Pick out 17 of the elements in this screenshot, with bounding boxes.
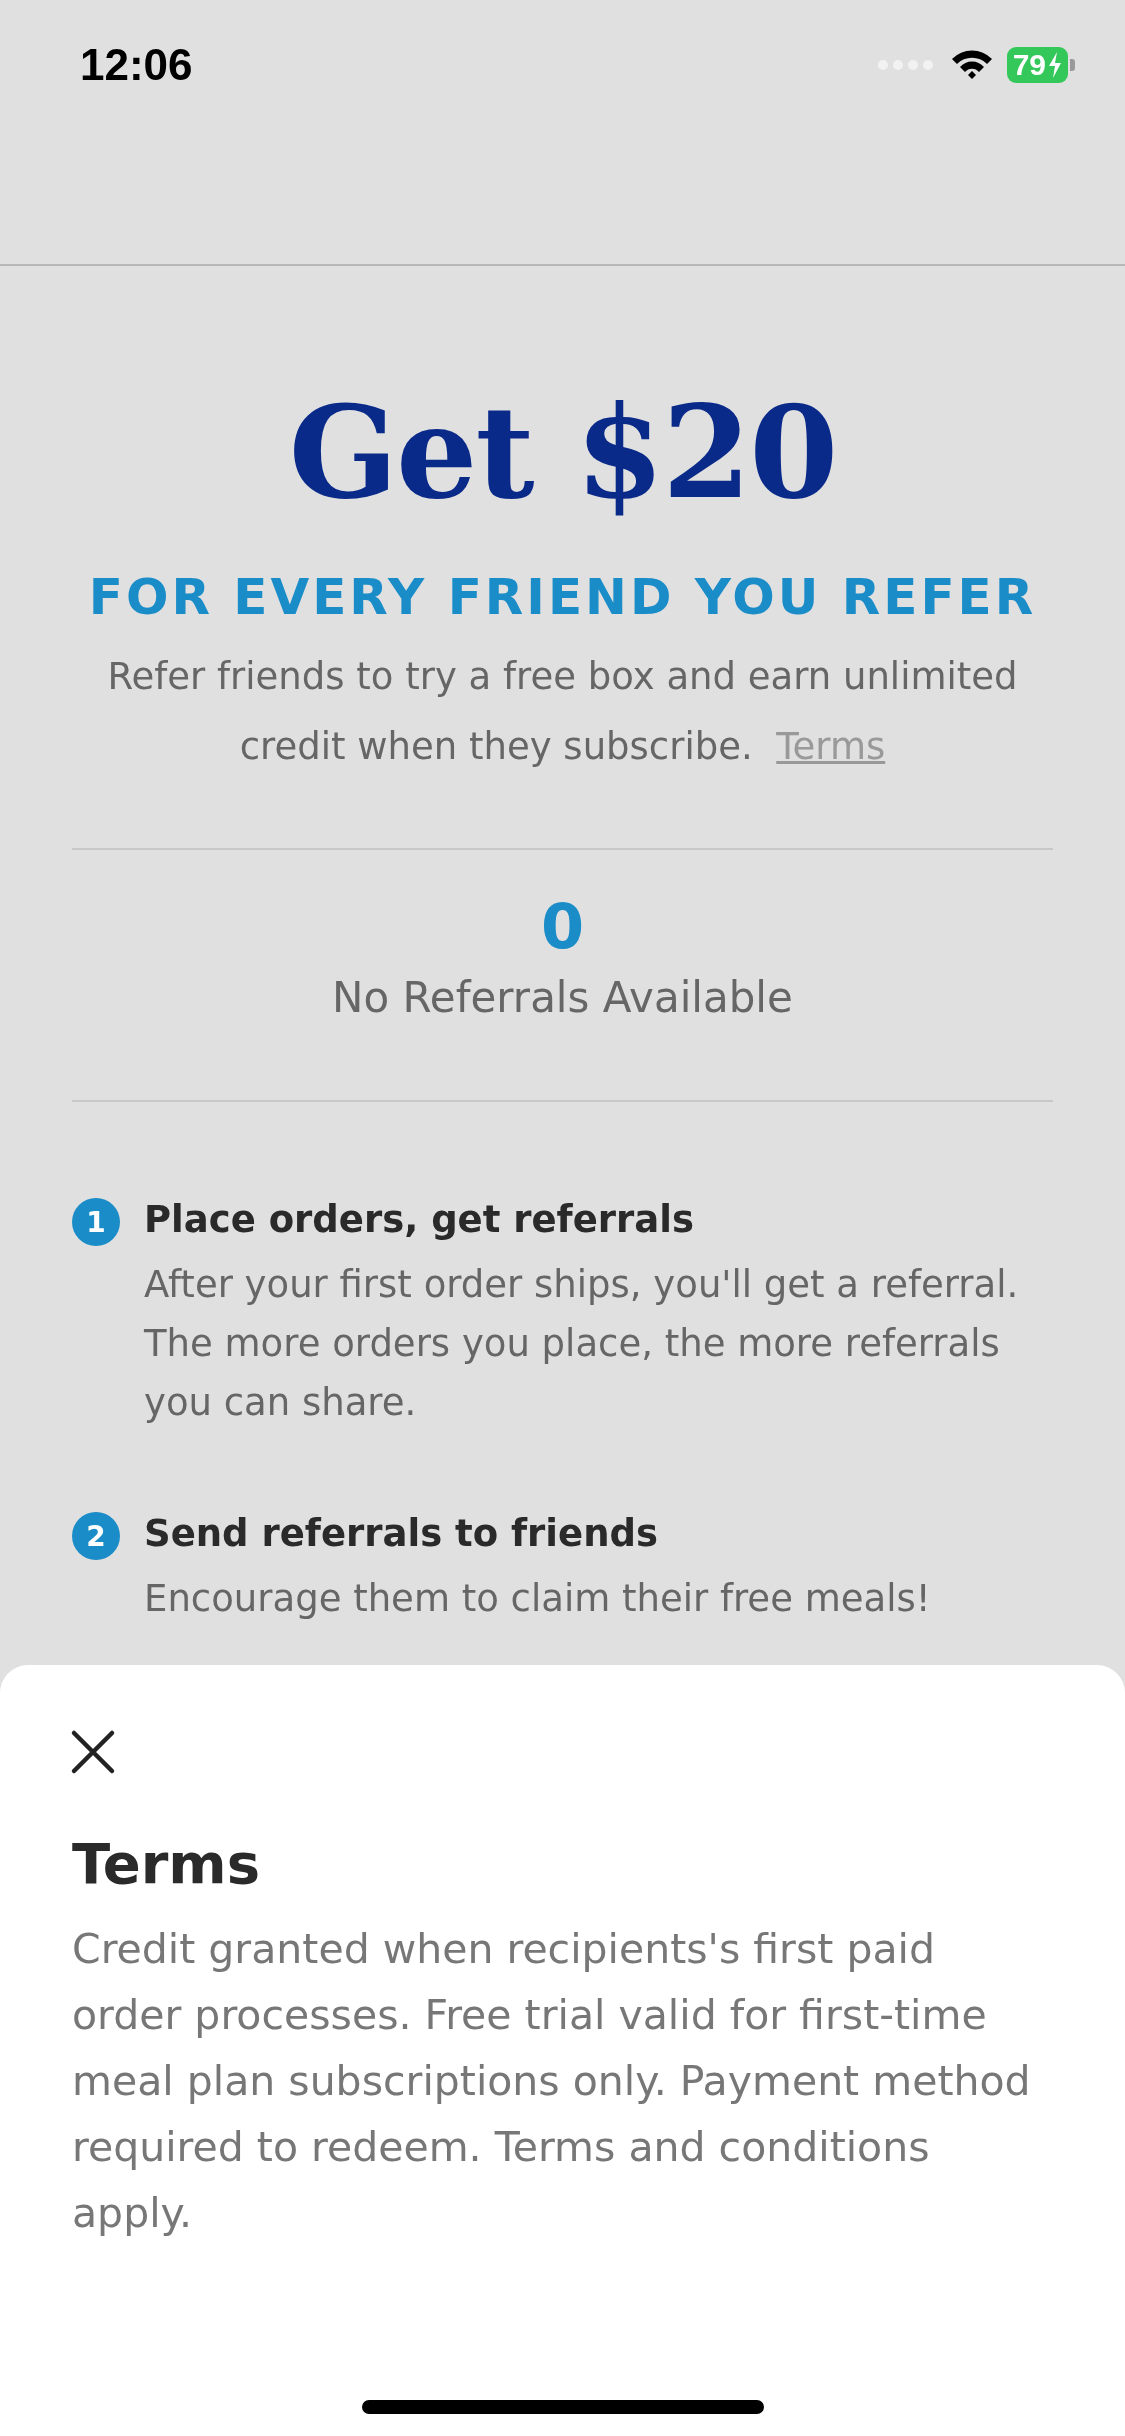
terms-text: Credit granted when recipients's first paid order processes. Free trial valid for first-time meal plan subscriptions only. Payment method required to redeem. Terms and conditions apply. <box>72 1924 1032 2239</box>
promo-subtitle: FOR EVERY FRIEND YOU REFER <box>88 568 1037 626</box>
battery-indicator: 79 <box>1006 47 1075 83</box>
promo-title: Get $20 <box>288 388 837 516</box>
step-title: Place orders, get referrals <box>144 1198 695 1241</box>
sheet-title: Terms <box>72 1831 262 1896</box>
step-description: Encourage them to claim their free meals! <box>144 1576 931 1622</box>
referral-status: No Referrals Available <box>332 973 793 1022</box>
close-icon[interactable] <box>70 1729 116 1775</box>
referral-count: 0 <box>540 890 585 963</box>
step-title: Send referrals to friends <box>144 1512 659 1555</box>
status-time: 12:06 <box>80 40 193 90</box>
step-number: 1 <box>72 1198 120 1246</box>
promo-description: Refer friends to try a free box and earn unlimited credit when they subscribe. Terms <box>106 654 1019 770</box>
step-number: 2 <box>72 1512 120 1560</box>
terms-link[interactable]: Terms <box>776 725 886 768</box>
step-description: After your first order ships, you'll get a referral. The more orders you place, the more referrals you can share. <box>144 1262 1020 1426</box>
